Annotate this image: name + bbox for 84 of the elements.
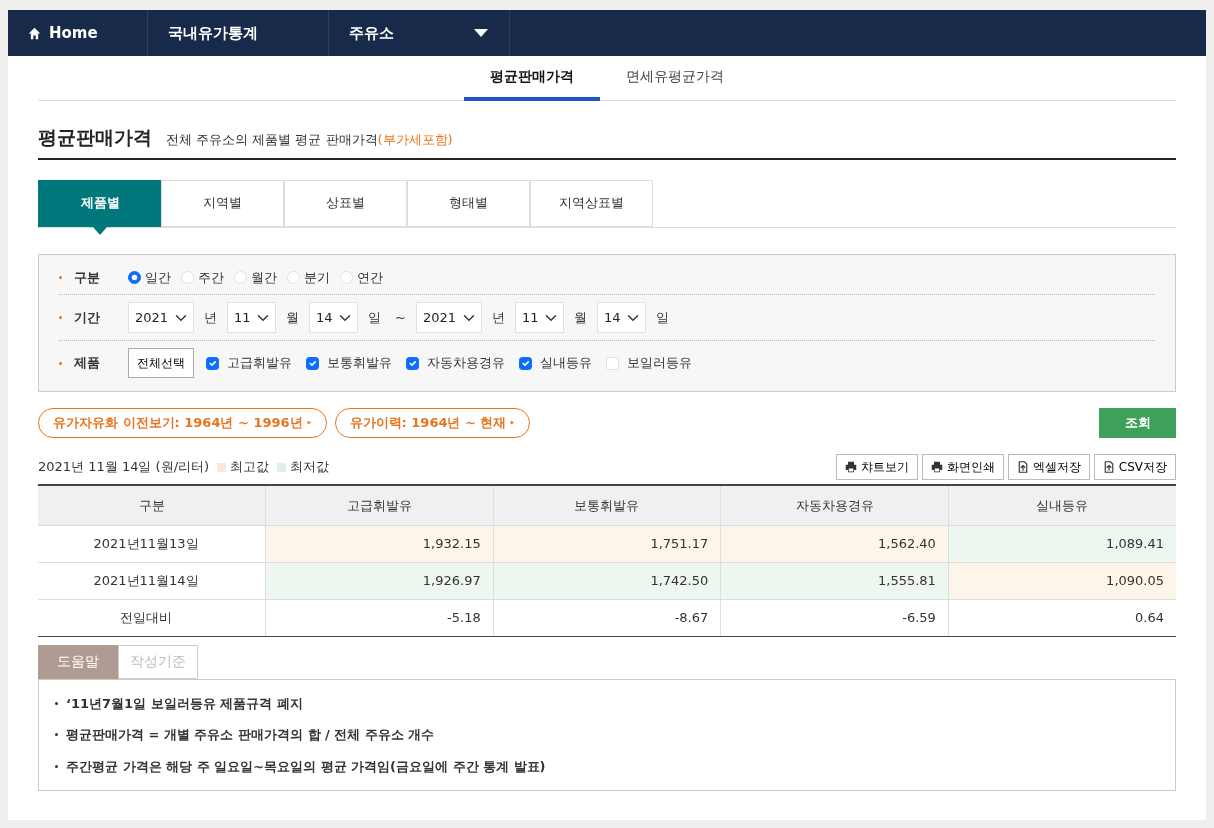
category-tab[interactable]: 상표별 — [284, 179, 407, 227]
table-cell: 1,090.05 — [948, 562, 1176, 599]
table-cell: -5.18 — [265, 599, 494, 636]
column-header: 구분 — [38, 485, 266, 525]
checkbox-label: 보일러등유 — [627, 354, 692, 373]
column-header: 고급휘발유 — [265, 485, 494, 525]
bullet-icon — [55, 701, 58, 705]
table-cell: 1,742.50 — [493, 562, 721, 599]
checkbox-label: 실내등유 — [540, 354, 592, 373]
checkbox-label: 보통휘발유 — [327, 354, 392, 373]
category-tab[interactable]: 제품별 — [38, 179, 161, 227]
table-cell: 1,926.97 — [265, 562, 494, 599]
table-cell: 1,089.41 — [948, 525, 1176, 562]
table-cell: -8.67 — [493, 599, 721, 636]
category-tab[interactable]: 지역상표별 — [530, 179, 653, 227]
date-unit-label: 일 — [655, 308, 669, 327]
category-tab[interactable]: 형태별 — [407, 179, 530, 227]
tab-pointer-icon — [93, 226, 107, 235]
date-unit-label: 년 — [204, 308, 217, 327]
toolbar-button[interactable]: CSV저장 — [1093, 454, 1176, 480]
bullet-icon — [59, 361, 62, 365]
filter-label: 기간 — [74, 308, 101, 327]
checkbox[interactable] — [306, 356, 319, 370]
filter-label: 구분 — [74, 268, 101, 287]
checkbox[interactable] — [206, 356, 219, 370]
column-header: 자동차용경유 — [720, 485, 949, 525]
nav-menu-item[interactable]: Home — [8, 10, 148, 56]
date-unit-label: ~ — [395, 308, 406, 327]
table-cell: 1,932.15 — [265, 525, 494, 562]
checkbox[interactable] — [406, 356, 419, 370]
radio-label: 일간 — [145, 268, 171, 287]
table-cell: 1,751.17 — [493, 525, 721, 562]
page-title: 평균판매가격 — [38, 125, 152, 150]
bullet-icon — [55, 764, 58, 768]
date-unit-label: 월 — [573, 308, 587, 327]
radio-button[interactable] — [128, 270, 141, 284]
help-text: 평균판매가격 = 개별 주유소 판매가격의 합 / 전체 주유소 개수 — [66, 726, 435, 744]
table-cell: 1,555.81 — [720, 562, 949, 599]
legend-label: 최저값 — [290, 458, 330, 477]
date-select[interactable]: 2021 — [128, 302, 194, 333]
page-subtitle: 전체 주유소의 제품별 평균 판매가격(부가세포함) — [166, 131, 453, 149]
nav-menu-item[interactable]: 국내유가통계 — [148, 10, 329, 56]
checkbox[interactable] — [519, 356, 532, 370]
checkbox-label: 자동차용경유 — [427, 354, 505, 373]
table-cell: 1,562.40 — [720, 525, 949, 562]
date-select[interactable]: 14 — [596, 302, 646, 333]
date-select[interactable]: 11 — [227, 302, 276, 333]
date-unit-label: 일 — [368, 308, 381, 327]
row-label-cell: 전일대비 — [38, 599, 266, 636]
table-cell: -6.59 — [720, 599, 949, 636]
help-text: ‘11년7월1일 보일러등유 제품규격 폐지 — [66, 694, 303, 713]
table-cell: 0.64 — [948, 599, 1176, 636]
date-select[interactable]: 11 — [514, 302, 564, 333]
filter-label: 제품 — [74, 354, 101, 373]
bullet-icon — [59, 316, 62, 319]
toolbar-button[interactable]: 챠트보기 — [835, 454, 918, 480]
date-select[interactable]: 2021 — [415, 302, 482, 333]
bullet-icon — [55, 733, 58, 737]
radio-label: 주간 — [198, 268, 224, 287]
radio-label: 분기 — [304, 268, 330, 287]
checkbox-label: 고급휘발유 — [227, 354, 292, 373]
category-tab[interactable]: 지역별 — [161, 179, 284, 227]
toolbar-button[interactable]: 화면인쇄 — [921, 454, 1004, 480]
bullet-icon — [59, 275, 62, 279]
sub-tab[interactable]: 면세유평균가격 — [600, 56, 750, 101]
document-arrow-icon — [1102, 461, 1115, 473]
document-arrow-icon — [1016, 461, 1029, 473]
column-header: 보통휘발유 — [493, 485, 721, 525]
radio-label: 월간 — [251, 268, 277, 287]
select-all-button[interactable]: 전체선택 — [128, 348, 194, 378]
nav-menu-item[interactable]: 주유소 — [329, 10, 510, 56]
printer-icon — [844, 461, 857, 473]
printer-icon — [930, 461, 943, 473]
legend-label: 최고값 — [230, 458, 270, 477]
sub-tab[interactable]: 평균판매가격 — [464, 56, 600, 101]
home-icon — [28, 26, 41, 40]
date-select[interactable]: 14 — [309, 302, 358, 333]
toolbar-button[interactable]: 엑셀저장 — [1007, 454, 1090, 480]
table-caption: 2021년 11월 14일 (원/리터) — [38, 458, 210, 477]
help-text: 주간평균 가격은 해당 주 일요일~목요일의 평균 가격임(금요일에 주간 통계 발표) — [66, 757, 546, 776]
column-header: 실내등유 — [948, 485, 1176, 525]
radio-label: 연간 — [357, 268, 383, 287]
date-unit-label: 월 — [286, 308, 299, 327]
date-unit-label: 년 — [491, 308, 505, 327]
